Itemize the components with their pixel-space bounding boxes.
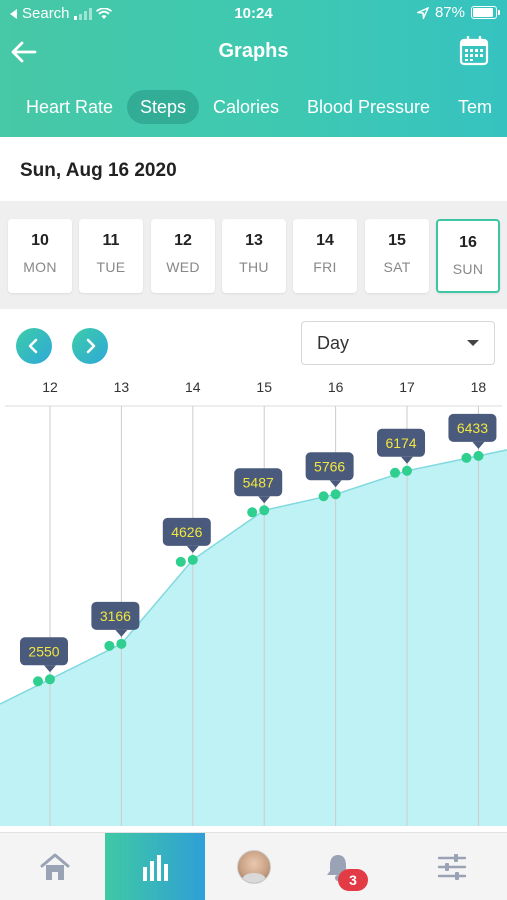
data-point-secondary [461,452,472,463]
calendar-button[interactable] [459,35,489,66]
day-name: SAT [383,259,411,275]
data-point [330,489,341,500]
chevron-right-icon [86,338,96,354]
caret-down-icon [467,340,479,346]
data-point-secondary [318,491,329,502]
day-name: MON [23,259,57,275]
value-tooltip-pointer [186,545,199,553]
calendar-icon [459,35,489,66]
day-card-selected[interactable]: 16 SUN [436,219,500,293]
tab-heart-rate[interactable]: Heart Rate [13,90,126,124]
day-card[interactable]: 11 TUE [79,219,143,293]
nav-row: Graphs [0,34,507,70]
data-point-secondary [247,507,258,518]
day-number: 15 [388,232,406,249]
tab-blood-pressure[interactable]: Blood Pressure [294,90,443,124]
tab-steps[interactable]: Steps [127,90,200,124]
chart-area [0,449,507,826]
day-card[interactable]: 14 FRI [293,219,357,293]
data-point [259,505,270,516]
data-point-secondary [32,676,43,687]
tab-temperature[interactable]: Tem [445,90,505,124]
day-name: TUE [96,259,126,275]
steps-chart: 12 13 14 15 16 17 18 2550 3166 4626 5487 5766 6174 64… [0,379,507,826]
day-card[interactable]: 13 THU [222,219,286,293]
x-tick-label: 16 [328,379,344,395]
data-label: 2550 [28,643,59,659]
data-point [473,450,484,461]
previous-button[interactable] [16,328,52,364]
status-right: 87% [416,4,500,21]
data-point [116,638,127,649]
data-label: 6174 [385,435,416,451]
range-select[interactable]: Day [301,321,495,365]
day-card[interactable]: 12 WED [151,219,215,293]
day-card[interactable]: 15 SAT [365,219,429,293]
data-point [402,465,413,476]
nav-graphs[interactable] [105,833,205,900]
next-button[interactable] [72,328,108,364]
page-title: Graphs [218,40,289,62]
day-number: 10 [31,232,49,249]
day-number: 14 [316,232,334,249]
range-select-value: Day [317,333,350,353]
day-name: SUN [452,261,484,277]
day-name: THU [239,259,269,275]
tab-calories[interactable]: Calories [200,90,292,124]
data-point-secondary [175,556,186,567]
x-tick-label: 17 [399,379,415,395]
data-label: 4626 [171,524,202,540]
data-label: 6433 [457,420,488,436]
x-tick-label: 18 [471,379,487,395]
chevron-left-icon [28,338,38,354]
metric-tabs: Heart Rate Steps Calories Blood Pressure… [0,90,507,126]
data-label: 5766 [314,458,345,474]
battery-percent: 87% [434,4,465,21]
bottom-nav: 3 [0,832,507,900]
x-tick-label: 14 [185,379,201,395]
x-tick-label: 13 [114,379,130,395]
value-tooltip-pointer [472,441,485,449]
day-name: WED [166,259,200,275]
day-number: 12 [174,232,192,249]
data-point [187,554,198,565]
location-arrow-icon [416,6,429,19]
x-tick-label: 12 [42,379,58,395]
nav-notifications[interactable]: 3 [288,833,388,900]
x-tick-label: 15 [256,379,272,395]
data-label: 5487 [243,474,274,490]
home-icon [40,853,70,880]
value-tooltip-pointer [329,480,342,488]
value-tooltip-pointer [258,496,271,504]
nav-settings[interactable] [402,833,502,900]
notification-badge: 3 [338,869,368,891]
day-card[interactable]: 10 MON [8,219,72,293]
value-tooltip-pointer [401,456,414,464]
data-point-secondary [390,467,401,478]
selected-date-label: Sun, Aug 16 2020 [20,160,177,181]
day-name: FRI [313,259,337,275]
day-strip: 10 MON 11 TUE 12 WED 13 THU 14 FRI 15 SA… [0,201,507,309]
data-label: 3166 [100,608,131,624]
day-number: 16 [459,234,477,251]
avatar [237,850,271,884]
nav-home[interactable] [5,833,105,900]
bar-chart-icon [143,855,168,881]
status-bar: Search 10:24 87% [0,0,507,28]
value-tooltip-pointer [43,665,56,673]
day-number: 13 [245,232,263,249]
day-number: 11 [102,232,120,249]
battery-icon [471,6,500,19]
data-point [44,674,55,685]
settings-sliders-icon [437,854,467,880]
value-tooltip-pointer [115,629,128,637]
data-point-secondary [104,640,115,651]
app-header: Search 10:24 87% Graphs Heart Rate Steps… [0,0,507,137]
